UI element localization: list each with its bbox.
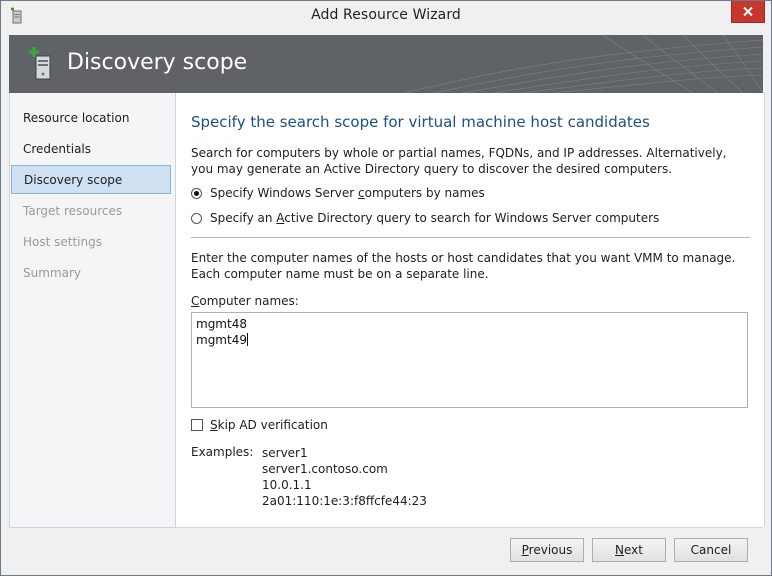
radio-option-by-names[interactable]: Specify Windows Server computers by name… (191, 184, 485, 202)
banner-decoration (403, 35, 763, 93)
example-entry: server1 (262, 446, 308, 460)
cancel-button[interactable]: Cancel (674, 538, 748, 562)
example-entry: 10.0.1.1 (262, 478, 312, 492)
radio-label-by-names: Specify Windows Server computers by name… (210, 186, 485, 200)
next-button[interactable]: Next (592, 538, 666, 562)
radio-label-ad-query: Specify an Active Directory query to sea… (210, 211, 660, 225)
computer-names-field[interactable]: mgmt48 mgmt49 (191, 312, 748, 408)
server-add-icon (29, 47, 51, 80)
close-icon (743, 6, 753, 17)
banner-title: Discovery scope (67, 50, 248, 75)
previous-button[interactable]: Previous (510, 538, 584, 562)
radio-button-checked[interactable] (191, 187, 202, 199)
nav-item-discovery-scope[interactable]: Discovery scope (11, 165, 171, 194)
skip-ad-label: Skip AD verification (210, 418, 328, 432)
skip-ad-verification-option[interactable]: Skip AD verification (191, 416, 328, 434)
radio-button[interactable] (191, 212, 202, 224)
skip-ad-checkbox[interactable] (191, 419, 203, 431)
examples-list: server1 server1.contoso.com 10.0.1.1 2a0… (262, 445, 427, 509)
wizard-steps-nav: Resource location Credentials Discovery … (10, 93, 176, 527)
nav-item-resource-location[interactable]: Resource location (11, 104, 171, 133)
nav-item-target-resources: Target resources (23, 204, 123, 218)
nav-item-host-settings: Host settings (23, 235, 102, 249)
search-description: Search for computers by whole or partial… (191, 146, 727, 176)
wizard-window: Add Resource Wizard Discovery scope Reso… (0, 0, 772, 576)
computer-names-label: Computer names: (191, 294, 299, 308)
computer-names-description: Enter the computer names of the hosts or… (191, 251, 736, 281)
page-heading: Specify the search scope for virtual mac… (191, 113, 650, 131)
text-caret (246, 333, 248, 346)
examples-label: Examples: (191, 445, 254, 459)
example-entry: server1.contoso.com (262, 462, 388, 476)
wizard-banner: Discovery scope (9, 35, 763, 93)
wizard-footer: Previous Next Cancel (9, 527, 763, 568)
title-bar: Add Resource Wizard (1, 1, 771, 31)
computer-name-entry: mgmt49 (196, 333, 248, 347)
close-button[interactable] (731, 1, 765, 23)
window-title: Add Resource Wizard (311, 7, 461, 23)
nav-item-summary: Summary (23, 266, 81, 280)
wizard-content: Resource location Credentials Discovery … (9, 93, 765, 527)
example-entry: 2a01:110:1e:3:f8ffcfe44:23 (262, 494, 427, 508)
nav-item-credentials[interactable]: Credentials (11, 135, 171, 164)
divider (191, 237, 750, 238)
radio-option-ad-query[interactable]: Specify an Active Directory query to sea… (191, 209, 659, 227)
computer-name-entry: mgmt48 (196, 317, 247, 331)
